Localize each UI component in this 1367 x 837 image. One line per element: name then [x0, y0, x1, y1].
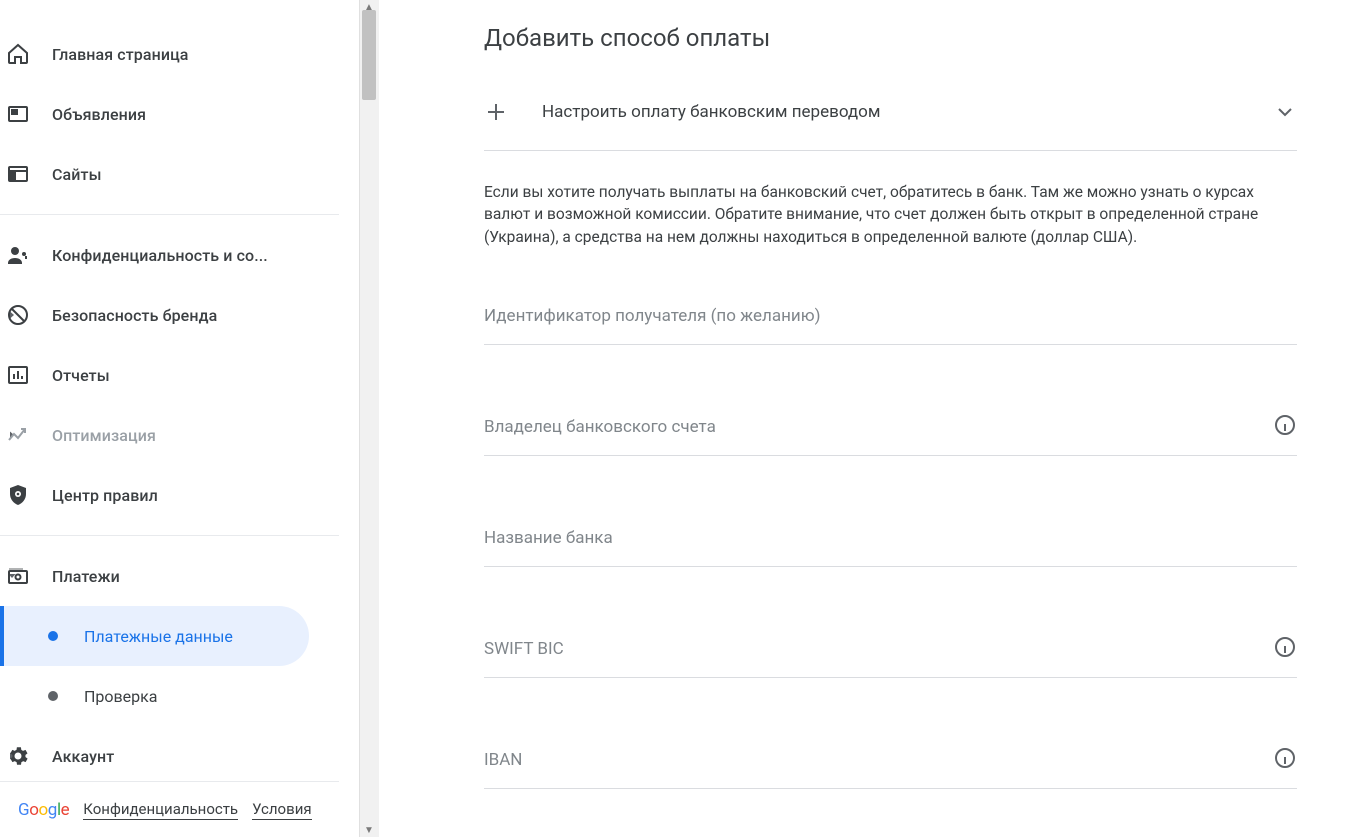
account-holder-input[interactable] [484, 419, 1297, 445]
nav-label: Безопасность бренда [52, 306, 217, 325]
swift-bic-input[interactable] [484, 641, 1297, 667]
chevron-down-icon [1273, 100, 1297, 124]
bank-transfer-expander[interactable]: Настроить оплату банковским переводом [484, 86, 1297, 151]
payments-icon [6, 564, 30, 588]
nav-label: Объявления [52, 105, 146, 124]
plus-icon [484, 100, 508, 124]
swift-bic-field[interactable]: SWIFT BIC [484, 607, 1297, 678]
divider [0, 214, 339, 215]
nav-policy-center[interactable]: Центр правил [0, 465, 339, 525]
beneficiary-id-field[interactable]: Идентификатор получателя (по желанию) [484, 274, 1297, 345]
ad-unit-icon [6, 102, 30, 126]
bank-name-input[interactable] [484, 530, 1297, 556]
nav-payments[interactable]: Платежи [0, 546, 339, 606]
nav-sites[interactable]: Сайты [0, 144, 339, 204]
divider [0, 535, 339, 536]
nav-label: Оптимизация [52, 426, 156, 445]
sub-label: Проверка [84, 687, 158, 706]
info-icon[interactable] [1273, 635, 1297, 659]
nav-home[interactable]: Главная страница [0, 24, 339, 84]
bullet-icon [48, 691, 58, 701]
nav-account[interactable]: Аккаунт [0, 726, 339, 781]
nav-label: Главная страница [52, 45, 189, 64]
gear-icon [6, 744, 30, 768]
scroll-thumb[interactable] [362, 10, 376, 100]
footer-terms-link[interactable]: Условия [252, 800, 312, 820]
nav-payment-info[interactable]: Платежные данные [0, 606, 309, 666]
nav-label: Центр правил [52, 486, 158, 505]
shield-icon [6, 483, 30, 507]
block-icon [6, 303, 30, 327]
nav-label: Платежи [52, 567, 120, 586]
info-icon[interactable] [1273, 746, 1297, 770]
nav-reports[interactable]: Отчеты [0, 345, 339, 405]
expander-label: Настроить оплату банковским переводом [542, 102, 1273, 122]
bank-name-field[interactable]: Название банка [484, 496, 1297, 567]
trend-icon [6, 423, 30, 447]
privacy-icon [6, 243, 30, 267]
sidebar-footer: Google Конфиденциальность Условия [0, 781, 339, 837]
home-icon [6, 42, 30, 66]
footer-privacy-link[interactable]: Конфиденциальность [83, 800, 238, 820]
nav-privacy[interactable]: Конфиденциальность и со... [0, 225, 339, 285]
google-logo: Google [18, 800, 69, 820]
nav-verification[interactable]: Проверка [0, 666, 339, 726]
bar-chart-icon [6, 363, 30, 387]
beneficiary-id-input[interactable] [484, 308, 1297, 334]
iban-input[interactable] [484, 752, 1297, 778]
nav-label: Конфиденциальность и со... [52, 246, 268, 265]
nav-label: Отчеты [52, 366, 110, 385]
main-content: Добавить способ оплаты Настроить оплату … [360, 0, 1367, 837]
nav-label: Сайты [52, 165, 102, 184]
account-holder-field[interactable]: Владелец банковского счета [484, 385, 1297, 456]
iban-field[interactable]: IBAN [484, 718, 1297, 789]
scrollbar[interactable]: ▲ ▼ [359, 0, 379, 837]
page-title: Добавить способ оплаты [484, 24, 1297, 52]
nav-ads[interactable]: Объявления [0, 84, 339, 144]
iban-confirm-field[interactable]: Укажите повторно IBAN [484, 829, 1297, 837]
nav-label: Аккаунт [52, 747, 114, 766]
scroll-down-icon[interactable]: ▼ [359, 823, 379, 837]
info-text: Если вы хотите получать выплаты на банко… [484, 181, 1297, 248]
site-icon [6, 162, 30, 186]
sub-label: Платежные данные [84, 627, 233, 646]
info-icon[interactable] [1273, 413, 1297, 437]
bullet-icon [48, 631, 58, 641]
sidebar: Главная страница Объявления Сайты [0, 0, 360, 837]
nav-brand-safety[interactable]: Безопасность бренда [0, 285, 339, 345]
nav-optimization: Оптимизация [0, 405, 339, 465]
